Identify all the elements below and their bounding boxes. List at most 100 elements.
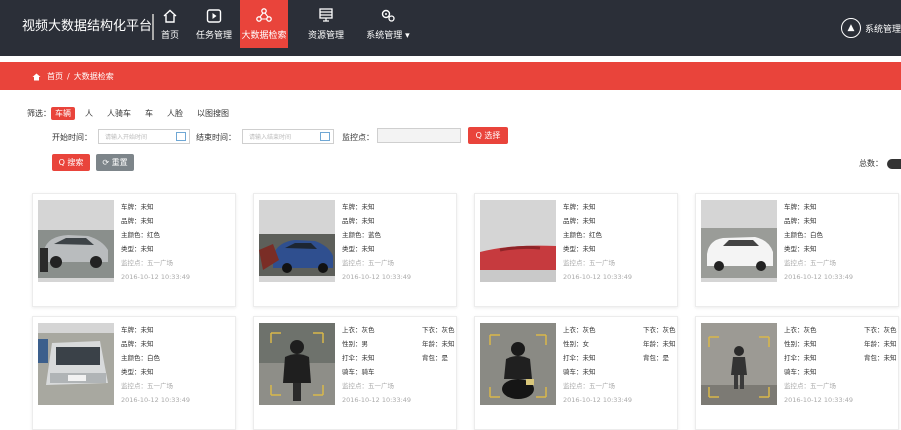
result-card[interactable]: 车牌：未知 品牌：未知 主颜色：白色 类型：未知 监控点：五一广场 2016-1… — [695, 193, 899, 307]
filter-bar: 筛选： 车辆 人 人骑车 车 人脸 以图搜图 — [27, 107, 239, 120]
result-line: 主颜色：蓝色 — [342, 231, 381, 239]
filter-tag-person-riding[interactable]: 人骑车 — [103, 107, 135, 120]
calendar-icon[interactable] — [176, 132, 186, 141]
monitor-point-input[interactable] — [377, 128, 461, 143]
result-line: 年龄：未知 — [643, 340, 676, 348]
nav-big-data-search[interactable]: 大数据检索 — [240, 0, 288, 48]
user-label: 系统管理 — [864, 24, 901, 35]
result-line: 类型：未知 — [121, 368, 154, 376]
result-thumbnail[interactable] — [259, 200, 335, 282]
user-menu[interactable]: ▲ 系统管理 — [840, 18, 901, 38]
result-info: 车牌：未知 品牌：未知 主颜色：红色 类型：未知 监控点：五一广场 2016-1… — [563, 200, 632, 284]
breadcrumb-separator: / — [67, 72, 70, 81]
result-card[interactable]: 上衣：灰色 下衣：灰色 性别：女 年龄：未知 打伞：未知 背包：是 骑车：未知 监控点… — [474, 316, 678, 430]
result-line: 打伞：未知 — [563, 354, 596, 362]
top-navbar: 视频大数据结构化平台 首页 任务管理 大数据检索 资源管理 系统管理 ▾ ▲ 系… — [0, 0, 901, 56]
result-line: 车牌：未知 — [121, 326, 154, 334]
nav-resource-label: 资源管理 — [307, 30, 344, 41]
calendar-icon[interactable] — [320, 132, 330, 141]
result-line: 类型：未知 — [121, 245, 154, 253]
result-line: 类型：未知 — [563, 245, 596, 253]
nav-resource-management[interactable]: 资源管理 — [304, 0, 348, 48]
end-time-input[interactable]: 请输入结束时间 — [242, 129, 334, 144]
result-line: 车牌：未知 — [342, 203, 375, 211]
result-line: 品牌：未知 — [121, 217, 154, 225]
result-thumbnail[interactable] — [38, 200, 114, 282]
result-line: 性别：男 — [342, 340, 368, 348]
result-line: 车牌：未知 — [784, 203, 817, 211]
result-time: 2016-10-12 10:33:49 — [563, 396, 633, 404]
result-line: 品牌：未知 — [563, 217, 596, 225]
result-card[interactable]: 车牌：未知 品牌：未知 主颜色：蓝色 类型：未知 监控点：五一广场 2016-1… — [253, 193, 457, 307]
result-line: 品牌：未知 — [784, 217, 817, 225]
car-image — [701, 200, 777, 282]
result-info: 车牌：未知 品牌：未知 主颜色：白色 类型：未知 监控点：五一广场 2016-1… — [784, 200, 853, 284]
result-info: 上衣：灰色 下衣：灰色 性别：男 年龄：未知 打伞：未知 背包：是 骑车：骑车 监控点… — [342, 323, 455, 407]
start-time-input[interactable]: 请输入开始时间 — [98, 129, 190, 144]
result-thumbnail[interactable] — [480, 323, 556, 405]
car-image — [38, 200, 114, 282]
result-info: 车牌：未知 品牌：未知 主颜色：红色 类型：未知 监控点：五一广场 2016-1… — [121, 200, 190, 284]
result-thumbnail[interactable] — [480, 200, 556, 282]
result-card[interactable]: 上衣：灰色 下衣：灰色 性别：未知 年龄：未知 打伞：未知 背包：未知 骑车：未知 监… — [695, 316, 899, 430]
result-row: 性别：未知 年龄：未知 — [784, 337, 897, 351]
result-card[interactable]: 车牌：未知 品牌：未知 主颜色：红色 类型：未知 监控点：五一广场 2016-1… — [474, 193, 678, 307]
nav-home-label: 首页 — [160, 30, 179, 41]
result-time: 2016-10-12 10:33:49 — [563, 273, 633, 281]
result-info: 上衣：灰色 下衣：灰色 性别：女 年龄：未知 打伞：未知 背包：是 骑车：未知 监控点… — [563, 323, 676, 407]
select-monitor-button[interactable]: Q 选择 — [468, 127, 508, 144]
result-line: 打伞：未知 — [342, 354, 375, 362]
result-thumbnail[interactable] — [38, 323, 114, 405]
nav-home[interactable]: 首页 — [152, 0, 188, 48]
result-row: 打伞：未知 背包：是 — [342, 351, 455, 365]
result-line: 主颜色：白色 — [784, 231, 823, 239]
nav-task-label: 任务管理 — [195, 30, 232, 41]
result-location: 监控点：五一广场 — [121, 382, 173, 390]
result-line: 上衣：灰色 — [784, 326, 817, 334]
result-row: 性别：男 年龄：未知 — [342, 337, 455, 351]
result-line: 性别：未知 — [784, 340, 817, 348]
play-icon — [205, 8, 223, 24]
settings-icon — [379, 8, 397, 24]
result-line: 主颜色：红色 — [563, 231, 602, 239]
result-thumbnail[interactable] — [259, 323, 335, 405]
car-image — [480, 200, 556, 282]
filter-tag-image-search[interactable]: 以图搜图 — [193, 107, 233, 120]
result-info: 车牌：未知 品牌：未知 主颜色：蓝色 类型：未知 监控点：五一广场 2016-1… — [342, 200, 411, 284]
result-card[interactable]: 车牌：未知 品牌：未知 主颜色：白色 类型：未知 监控点：五一广场 2016-1… — [32, 316, 236, 430]
result-row: 上衣：灰色 下衣：灰色 — [784, 323, 897, 337]
result-card[interactable]: 车牌：未知 品牌：未知 主颜色：红色 类型：未知 监控点：五一广场 2016-1… — [32, 193, 236, 307]
filter-tag-face[interactable]: 人脸 — [163, 107, 187, 120]
result-row: 打伞：未知 背包：未知 — [784, 351, 897, 365]
result-thumbnail[interactable] — [701, 323, 777, 405]
result-card[interactable]: 上衣：灰色 下衣：灰色 性别：男 年龄：未知 打伞：未知 背包：是 骑车：骑车 监控点… — [253, 316, 457, 430]
breadcrumb-bar: 首页 / 大数据检索 — [0, 62, 901, 90]
result-line: 主颜色：白色 — [121, 354, 160, 362]
search-button[interactable]: Q 搜索 — [52, 154, 90, 171]
total-count: 总数： — [859, 158, 901, 169]
total-label: 总数： — [859, 159, 883, 168]
breadcrumb-home[interactable]: 首页 — [47, 71, 63, 82]
result-line: 类型：未知 — [784, 245, 817, 253]
nav-system-management[interactable]: 系统管理 ▾ — [360, 0, 416, 48]
result-time: 2016-10-12 10:33:49 — [121, 273, 191, 281]
nav-search-label: 大数据检索 — [241, 30, 287, 41]
result-line: 年龄：未知 — [864, 340, 897, 348]
result-line: 背包：未知 — [864, 354, 897, 362]
van-image — [38, 323, 114, 405]
filter-tag-vehicle[interactable]: 车辆 — [51, 107, 75, 120]
result-time: 2016-10-12 10:33:49 — [784, 396, 854, 404]
end-time-placeholder: 请输入结束时间 — [249, 134, 292, 141]
user-icon: ▲ — [840, 18, 861, 38]
filter-tag-car[interactable]: 车 — [141, 107, 157, 120]
result-line: 上衣：灰色 — [563, 326, 596, 334]
reset-button[interactable]: ⟳ 重置 — [96, 154, 134, 171]
result-row: 性别：女 年龄：未知 — [563, 337, 676, 351]
monitor-icon — [317, 8, 335, 24]
result-thumbnail[interactable] — [701, 200, 777, 282]
nav-task-management[interactable]: 任务管理 — [192, 0, 236, 48]
result-line: 下衣：灰色 — [864, 326, 897, 334]
result-time: 2016-10-12 10:33:49 — [342, 396, 412, 404]
filter-tag-person[interactable]: 人 — [81, 107, 97, 120]
result-time: 2016-10-12 10:33:49 — [342, 273, 412, 281]
